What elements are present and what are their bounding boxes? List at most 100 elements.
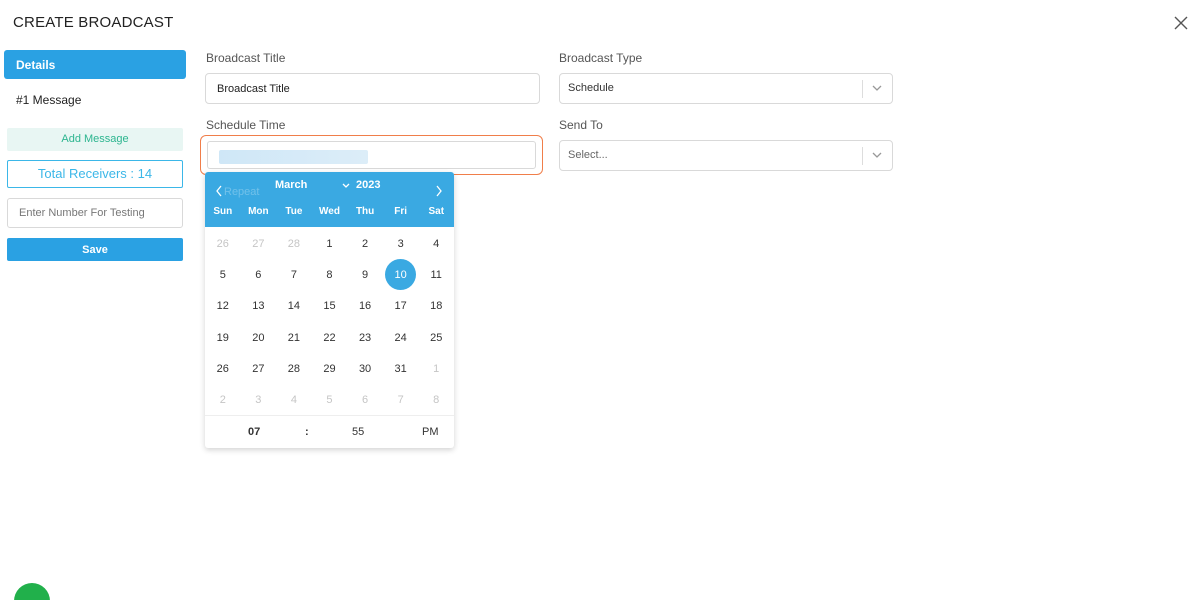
calendar-day[interactable]: 9 bbox=[347, 259, 383, 290]
send-to-select[interactable]: Select... bbox=[559, 140, 893, 171]
calendar-day-number: 14 bbox=[287, 300, 301, 313]
time-separator: : bbox=[305, 426, 309, 438]
calendar-day-number: 28 bbox=[287, 362, 301, 375]
calendar-day[interactable]: 8 bbox=[418, 384, 454, 415]
calendar-day[interactable]: 14 bbox=[276, 291, 312, 322]
calendar-day[interactable]: 3 bbox=[241, 384, 277, 415]
calendar-day-number: 3 bbox=[255, 394, 262, 407]
send-to-placeholder: Select... bbox=[568, 149, 608, 161]
calendar-day[interactable]: 7 bbox=[383, 384, 419, 415]
weekday-label: Fri bbox=[394, 206, 408, 217]
calendar-day-number: 29 bbox=[323, 362, 336, 375]
calendar-day[interactable]: 1 bbox=[312, 228, 348, 259]
send-to-label: Send To bbox=[559, 118, 603, 132]
time-hour[interactable]: 07 bbox=[248, 426, 260, 438]
calendar-day[interactable]: 28 bbox=[276, 353, 312, 384]
calendar-day-number: 13 bbox=[252, 300, 265, 313]
calendar-day[interactable]: 20 bbox=[241, 322, 277, 353]
calendar-day-number: 19 bbox=[216, 331, 229, 344]
calendar-day[interactable]: 3 bbox=[383, 228, 419, 259]
calendar-day-number: 24 bbox=[394, 331, 407, 344]
calendar-day-number: 23 bbox=[358, 331, 372, 344]
calendar-day-number: 1 bbox=[326, 237, 333, 250]
calendar-day[interactable]: 2 bbox=[205, 384, 241, 415]
calendar-day[interactable]: 1 bbox=[418, 353, 454, 384]
calendar-day-number: 11 bbox=[430, 268, 442, 281]
calendar-day[interactable]: 27 bbox=[241, 228, 277, 259]
calendar-day[interactable]: 4 bbox=[418, 228, 454, 259]
calendar-day[interactable]: 7 bbox=[276, 259, 312, 290]
chevron-left-icon[interactable] bbox=[214, 184, 224, 198]
nav-message-tab[interactable]: #1 Message bbox=[16, 93, 81, 107]
calendar-day-number: 31 bbox=[394, 362, 407, 375]
calendar-day[interactable]: 5 bbox=[205, 259, 241, 290]
calendar-day-number: 22 bbox=[323, 331, 336, 344]
broadcast-title-label: Broadcast Title bbox=[206, 51, 286, 65]
calendar-day[interactable]: 17 bbox=[383, 291, 419, 322]
calendar-day[interactable]: 24 bbox=[383, 322, 419, 353]
broadcast-title-input[interactable] bbox=[205, 73, 540, 104]
calendar-day[interactable]: 30 bbox=[347, 353, 383, 384]
broadcast-type-select[interactable]: Schedule bbox=[559, 73, 893, 104]
calendar-day[interactable]: 11 bbox=[418, 259, 454, 290]
calendar-day-number: 26 bbox=[216, 237, 229, 250]
calendar-day[interactable]: 6 bbox=[241, 259, 277, 290]
save-button[interactable]: Save bbox=[7, 238, 183, 261]
add-message-button[interactable]: Add Message bbox=[7, 128, 183, 151]
calendar-day-number: 5 bbox=[219, 268, 226, 281]
close-icon[interactable] bbox=[1172, 14, 1190, 32]
calendar-day[interactable]: 19 bbox=[205, 322, 241, 353]
calendar-day[interactable]: 5 bbox=[312, 384, 348, 415]
calendar-day-number: 8 bbox=[326, 268, 333, 281]
calendar-day[interactable]: 2 bbox=[347, 228, 383, 259]
schedule-time-input[interactable] bbox=[200, 135, 543, 175]
calendar-day[interactable]: 18 bbox=[418, 291, 454, 322]
calendar-day-number: 2 bbox=[362, 237, 369, 250]
calendar-day[interactable]: 29 bbox=[312, 353, 348, 384]
schedule-time-value bbox=[219, 150, 368, 164]
calendar-day-number: 2 bbox=[219, 394, 226, 407]
calendar-day-number: 4 bbox=[433, 237, 440, 250]
calendar-day[interactable]: 16 bbox=[347, 291, 383, 322]
chevron-down-icon[interactable] bbox=[871, 149, 883, 161]
calendar-day[interactable]: 21 bbox=[276, 322, 312, 353]
test-number-input[interactable] bbox=[7, 198, 183, 228]
calendar-day[interactable]: 28 bbox=[276, 228, 312, 259]
chevron-down-icon[interactable] bbox=[342, 182, 350, 190]
time-minute[interactable]: 55 bbox=[352, 426, 364, 438]
time-ampm-toggle[interactable]: PM bbox=[422, 426, 439, 438]
calendar-day-number: 27 bbox=[252, 237, 265, 250]
calendar-day[interactable]: 26 bbox=[205, 228, 241, 259]
chevron-down-icon[interactable] bbox=[871, 82, 883, 94]
calendar-day[interactable]: 26 bbox=[205, 353, 241, 384]
calendar-day[interactable]: 22 bbox=[312, 322, 348, 353]
calendar-day-number: 20 bbox=[252, 331, 265, 344]
calendar-day-number: 17 bbox=[394, 300, 407, 313]
schedule-time-field[interactable] bbox=[207, 141, 536, 169]
calendar-day[interactable]: 12 bbox=[205, 291, 241, 322]
calendar-day[interactable]: 4 bbox=[276, 384, 312, 415]
calendar-day[interactable]: 8 bbox=[312, 259, 348, 290]
weekday-label: Thu bbox=[355, 206, 375, 217]
calendar-day-number: 9 bbox=[362, 268, 369, 281]
nav-details-tab[interactable]: Details bbox=[4, 50, 186, 79]
calendar-day[interactable]: 25 bbox=[418, 322, 454, 353]
calendar-day[interactable]: 23 bbox=[347, 322, 383, 353]
calendar-month[interactable]: March bbox=[275, 179, 307, 191]
calendar-year[interactable]: 2023 bbox=[356, 179, 380, 191]
calendar-day-selected[interactable]: 10 bbox=[383, 259, 419, 291]
calendar-day[interactable]: 27 bbox=[241, 353, 277, 384]
weekday-label: Sun bbox=[213, 206, 233, 217]
chevron-right-icon[interactable] bbox=[434, 184, 444, 198]
calendar-day-number: 18 bbox=[430, 300, 443, 313]
calendar-day[interactable]: 13 bbox=[241, 291, 277, 322]
chat-widget-icon[interactable] bbox=[14, 583, 50, 600]
calendar-day-number: 16 bbox=[358, 300, 372, 313]
calendar-day[interactable]: 31 bbox=[383, 353, 419, 384]
calendar-day[interactable]: 15 bbox=[312, 291, 348, 322]
calendar-day-number: 1 bbox=[433, 362, 440, 375]
calendar-day-number: 26 bbox=[216, 362, 229, 375]
calendar-day-number: 28 bbox=[287, 237, 301, 250]
calendar-day-number: 15 bbox=[323, 300, 336, 313]
calendar-day[interactable]: 6 bbox=[347, 384, 383, 415]
